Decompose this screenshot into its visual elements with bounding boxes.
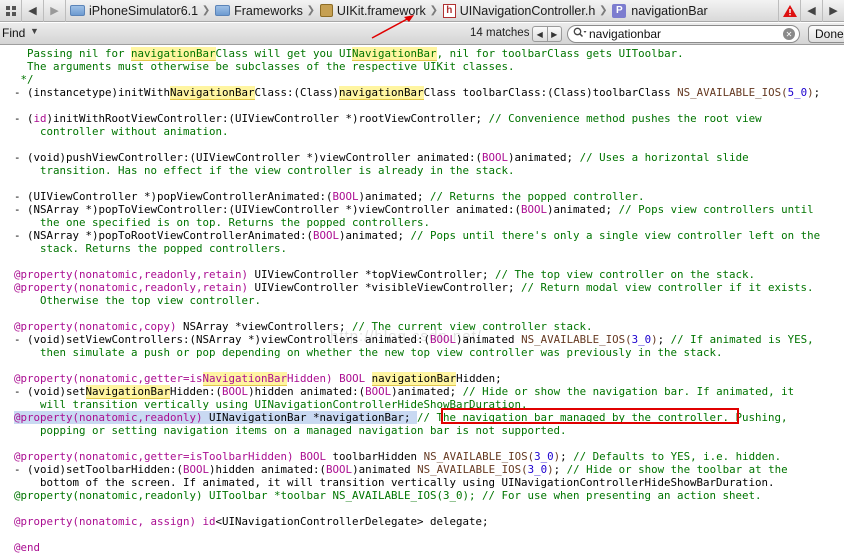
code-line: @property(nonatomic,readonly) UIToolbar … xyxy=(14,489,762,502)
breadcrumb-separator-icon: ❯ xyxy=(429,5,438,16)
code-line: controller without animation. xyxy=(14,125,229,138)
breadcrumb-label: Frameworks xyxy=(234,3,303,18)
code-line: will transition vertically using UINavig… xyxy=(14,398,528,411)
framework-icon xyxy=(319,4,333,17)
breadcrumb-separator-icon: ❯ xyxy=(599,5,608,16)
find-search-field[interactable]: ✕ xyxy=(567,25,800,43)
breadcrumb-separator-icon: ❯ xyxy=(306,5,316,16)
code-line: @property(nonatomic,getter=isToolbarHidd… xyxy=(14,450,782,463)
breadcrumb-label: navigationBar xyxy=(631,3,708,18)
breadcrumb-header-file[interactable]: h UINavigationController.h xyxy=(439,0,599,22)
breadcrumb-uikit[interactable]: UIKit.framework xyxy=(316,0,429,22)
related-files-icon[interactable] xyxy=(0,0,22,22)
folder-icon xyxy=(70,5,85,16)
code-line: then simulate a push or pop depending on… xyxy=(14,346,723,359)
code-line: @property(nonatomic, assign) id<UINaviga… xyxy=(14,515,489,528)
code-line: stack. Returns the popped controllers. xyxy=(14,242,288,255)
code-line: bottom of the screen. If animated, it wi… xyxy=(14,476,775,489)
code-line: Passing nil for navigationBarClass will … xyxy=(14,47,684,61)
forward-chevron-icon[interactable]: ▶ xyxy=(44,0,66,22)
code-line: - (NSArray *)popToViewController:(UIView… xyxy=(14,203,814,216)
match-navigation: ◀ ▶ xyxy=(532,26,562,42)
code-line: - (void)setViewControllers:(NSArray *)vi… xyxy=(14,333,814,346)
previous-match-icon[interactable]: ◀ xyxy=(533,27,547,41)
find-mode-chevron-icon[interactable]: ▼ xyxy=(30,26,39,36)
code-line: - (UIViewController *)popViewControllerA… xyxy=(14,190,645,203)
code-line: @property(nonatomic,readonly,retain) UIV… xyxy=(14,268,756,281)
code-line: @end xyxy=(14,541,41,554)
code-line: - (void)setNavigationBarHidden:(BOOL)hid… xyxy=(14,385,795,399)
previous-issue-icon[interactable]: ◀ xyxy=(800,0,822,22)
jump-bar: ◀ ▶ iPhoneSimulator6.1 ❯ Frameworks ❯ UI… xyxy=(0,0,844,22)
find-mode-label[interactable]: Find xyxy=(2,26,25,40)
find-bar: Find ▼ 14 matches ◀ ▶ ✕ Done xyxy=(0,23,844,45)
code-line: the one specified is on top. Returns the… xyxy=(14,216,431,229)
back-chevron-icon[interactable]: ◀ xyxy=(22,0,44,22)
code-line: @property(nonatomic,copy) NSArray *viewC… xyxy=(14,320,593,333)
code-line: - (instancetype)initWithNavigationBarCla… xyxy=(14,86,821,100)
code-line: - (NSArray *)popToRootViewControllerAnim… xyxy=(14,229,821,242)
next-issue-icon[interactable]: ▶ xyxy=(822,0,844,22)
done-button[interactable]: Done xyxy=(808,25,844,43)
code-line: transition. Has no effect if the view co… xyxy=(14,164,515,177)
warning-icon[interactable] xyxy=(778,0,800,22)
match-count: 14 matches xyxy=(470,27,530,39)
breadcrumb-separator-icon: ❯ xyxy=(201,5,211,16)
code-line: The arguments must otherwise be subclass… xyxy=(14,60,515,73)
code-line: popping or setting navigation items on a… xyxy=(14,424,567,437)
breadcrumb-property[interactable]: P navigationBar xyxy=(608,0,710,22)
code-line: Otherwise the top view controller. xyxy=(14,294,262,307)
property-icon: P xyxy=(612,3,627,18)
clear-search-icon[interactable]: ✕ xyxy=(783,28,795,40)
code-line: - (id)initWithRootViewController:(UIView… xyxy=(14,112,762,125)
next-match-icon[interactable]: ▶ xyxy=(546,27,562,41)
code-line: */ xyxy=(14,73,34,86)
code-line: - (void)pushViewController:(UIViewContro… xyxy=(14,151,749,164)
breadcrumb-frameworks[interactable]: Frameworks xyxy=(211,0,306,22)
find-search-input[interactable] xyxy=(589,27,769,41)
code-line: @property(nonatomic,getter=isNavigationB… xyxy=(14,372,502,386)
code-editor[interactable]: http://blog.csdn.net/ Passing nil for na… xyxy=(0,45,844,559)
code-line: @property(nonatomic,readonly) UINavigati… xyxy=(14,411,788,424)
breadcrumb-label: iPhoneSimulator6.1 xyxy=(89,3,199,18)
header-file-icon: h xyxy=(442,3,456,18)
breadcrumb-label: UIKit.framework xyxy=(336,3,426,18)
code-line: @property(nonatomic,readonly,retain) UIV… xyxy=(14,281,814,294)
breadcrumb-label: UINavigationController.h xyxy=(459,3,596,18)
magnifier-icon[interactable] xyxy=(573,27,589,41)
code-line: - (void)setToolbarHidden:(BOOL)hidden an… xyxy=(14,463,788,476)
breadcrumb-sdk[interactable]: iPhoneSimulator6.1 xyxy=(66,0,201,22)
folder-icon xyxy=(215,5,231,16)
